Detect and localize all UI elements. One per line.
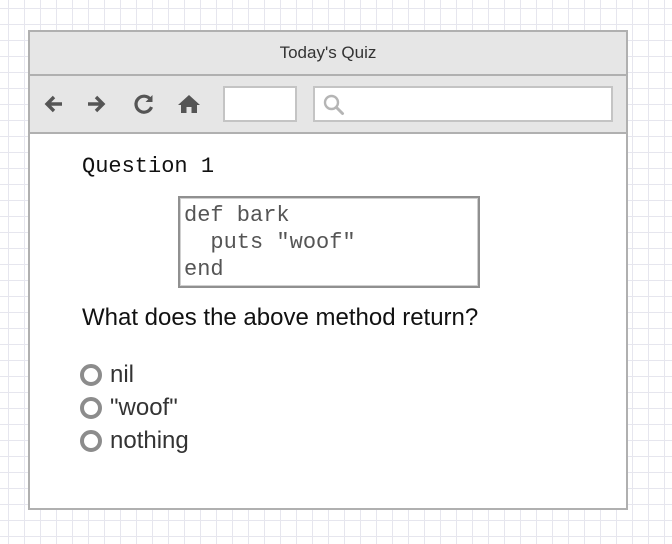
back-arrow-icon[interactable] <box>40 90 68 118</box>
code-block: def bark puts "woof" end <box>178 196 480 288</box>
browser-window: Today's Quiz Question 1 def bark puts "w… <box>28 30 628 510</box>
code-line: end <box>184 257 224 282</box>
radio-button[interactable] <box>80 429 102 452</box>
question-heading: Question 1 <box>82 154 215 179</box>
address-bar[interactable] <box>223 86 297 122</box>
code-line: puts "woof" <box>184 230 356 255</box>
answer-option-label: nothing <box>110 426 189 454</box>
search-field[interactable] <box>313 86 613 122</box>
radio-button[interactable] <box>80 396 102 419</box>
window-title: Today's Quiz <box>279 43 377 62</box>
answer-options: nil "woof" nothing <box>80 358 189 457</box>
radio-button[interactable] <box>80 363 102 386</box>
home-icon[interactable] <box>175 90 203 118</box>
window-titlebar: Today's Quiz <box>30 32 626 76</box>
search-input[interactable] <box>351 92 605 118</box>
forward-arrow-icon[interactable] <box>82 90 110 118</box>
answer-option-label: nil <box>110 360 135 388</box>
search-icon <box>323 94 345 121</box>
question-prompt: What does the above method return? <box>82 304 479 331</box>
code-line: def bark <box>184 203 290 228</box>
answer-option-nil[interactable]: nil <box>80 358 189 391</box>
answer-option-nothing[interactable]: nothing <box>80 424 189 457</box>
browser-toolbar <box>30 76 626 134</box>
answer-option-woof[interactable]: "woof" <box>80 391 189 424</box>
answer-option-label: "woof" <box>110 393 178 421</box>
reload-icon[interactable] <box>130 90 158 118</box>
